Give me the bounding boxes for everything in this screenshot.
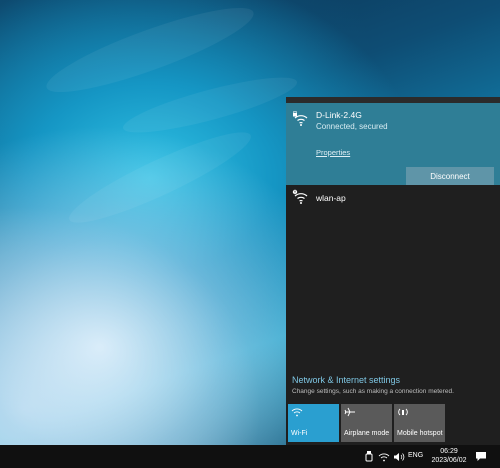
wifi-secured-icon: [293, 111, 308, 126]
airplane-icon: [344, 407, 355, 417]
usb-device-icon[interactable]: [364, 450, 374, 463]
properties-link[interactable]: Properties: [316, 148, 350, 157]
clock[interactable]: 06:29 2023/06/02: [430, 447, 468, 465]
clock-time: 06:29: [440, 448, 458, 455]
language-indicator[interactable]: ENG: [408, 452, 423, 459]
taskbar: ENG 06:29 2023/06/02: [0, 445, 500, 468]
network-name: wlan-ap: [316, 193, 346, 203]
disconnect-button[interactable]: Disconnect: [406, 167, 494, 185]
wifi-tile-label: Wi-Fi: [291, 430, 308, 437]
mobile-hotspot-tile-label: Mobile hotspot: [397, 430, 443, 437]
hotspot-icon: [398, 408, 408, 416]
network-list-item[interactable]: wlan-ap: [286, 185, 500, 209]
active-network-status: Connected, secured: [316, 122, 388, 131]
volume-icon[interactable]: [393, 450, 405, 463]
clock-date: 2023/06/02: [431, 457, 467, 464]
wifi-unsecured-icon: [292, 189, 308, 204]
active-network-item[interactable]: D-Link-2.4G Connected, secured Propertie…: [286, 103, 500, 185]
network-settings-link[interactable]: Network & Internet settings: [292, 375, 400, 385]
notification-center-icon[interactable]: [474, 450, 488, 463]
network-tray-icon[interactable]: [378, 450, 390, 463]
network-settings-description: Change settings, such as making a connec…: [292, 388, 454, 395]
mobile-hotspot-tile[interactable]: Mobile hotspot: [394, 404, 445, 442]
wifi-tile[interactable]: Wi-Fi: [288, 404, 339, 442]
airplane-mode-tile-label: Airplane mode: [344, 430, 390, 437]
airplane-mode-tile[interactable]: Airplane mode: [341, 404, 392, 442]
wifi-icon: [291, 408, 303, 417]
active-network-name: D-Link-2.4G: [316, 110, 362, 120]
network-flyout: D-Link-2.4G Connected, secured Propertie…: [286, 97, 500, 445]
